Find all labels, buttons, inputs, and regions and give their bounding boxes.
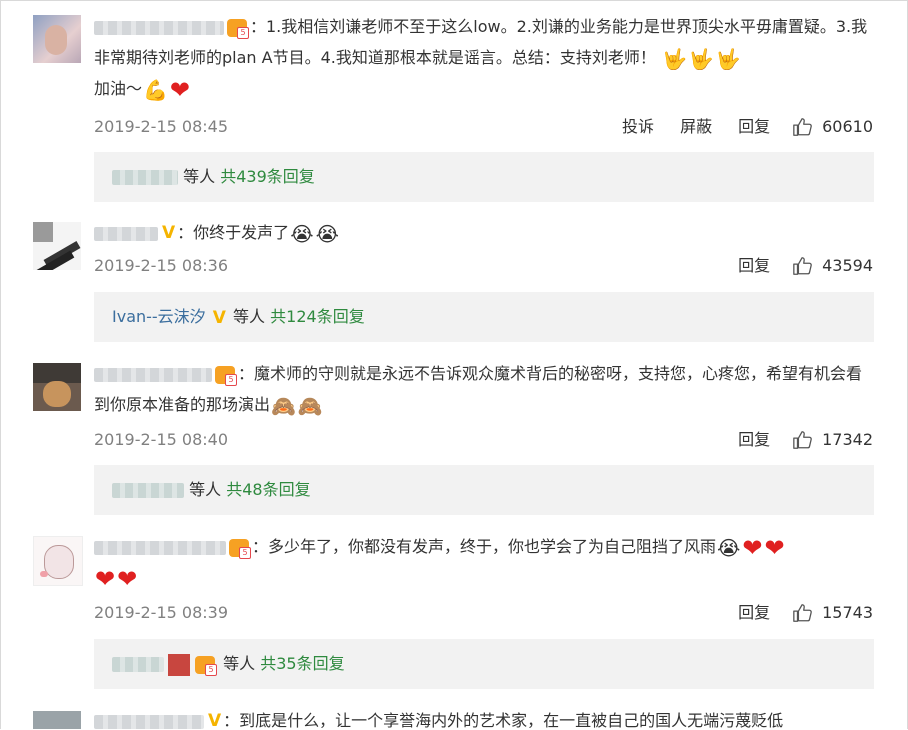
reply-summary[interactable]: Ivan--云沫汐 V 等人 共124条回复 bbox=[94, 292, 874, 342]
member-badge-icon bbox=[229, 538, 251, 559]
flexed-bicep-emoji-icon: 💪 bbox=[143, 77, 168, 102]
member-badge-icon bbox=[195, 655, 217, 676]
comment-list: ：1.我相信刘谦老师不至于这么low。2.刘谦的业务能力是世界顶尖水平毋庸置疑。… bbox=[0, 0, 908, 729]
comment-meta: 2019-2-15 08:40 回复 17342 bbox=[94, 428, 873, 452]
crying-face-emoji-icon: 😭 bbox=[290, 221, 314, 246]
like-button[interactable]: 15743 bbox=[792, 601, 873, 625]
username[interactable] bbox=[94, 714, 204, 729]
reply-button[interactable]: 回复 bbox=[738, 601, 770, 625]
rock-hand-emoji-icon: 🤟 bbox=[661, 46, 687, 71]
thumbs-up-icon bbox=[793, 604, 812, 622]
rock-hand-emoji-icon: 🤟 bbox=[688, 46, 714, 71]
thumbs-up-icon bbox=[793, 257, 812, 275]
rock-hand-emoji-icon: 🤟 bbox=[715, 46, 741, 71]
member-badge-icon bbox=[227, 18, 249, 39]
reply-button[interactable]: 回复 bbox=[738, 428, 770, 452]
comment-text: V ：你终于发声了😭 😭 bbox=[94, 217, 873, 249]
verified-v-icon: V bbox=[162, 223, 176, 243]
comment-text: V ：到底是什么，让一个享誉海内外的艺术家，在一直被自己的国人无端污蔑贬低 bbox=[94, 705, 873, 729]
reply-count-link[interactable]: 共48条回复 bbox=[226, 480, 310, 499]
like-count: 43594 bbox=[822, 256, 873, 275]
red-heart-icon: ❤ bbox=[117, 564, 138, 593]
verified-v-icon: V bbox=[208, 711, 222, 729]
see-no-evil-emoji-icon: 🙈 bbox=[271, 393, 296, 418]
thumbs-up-icon bbox=[793, 431, 812, 449]
avatar[interactable] bbox=[33, 536, 83, 586]
reply-button[interactable]: 回复 bbox=[738, 115, 770, 139]
crying-face-emoji-icon: 😭 bbox=[717, 535, 741, 560]
avatar[interactable] bbox=[33, 222, 81, 270]
red-heart-icon: ❤ bbox=[764, 533, 785, 562]
comment-meta: 2019-2-15 08:45 投诉 屏蔽 回复 60610 bbox=[94, 115, 873, 139]
see-no-evil-emoji-icon: 🙈 bbox=[297, 393, 323, 418]
reply-count-link[interactable]: 共35条回复 bbox=[260, 654, 344, 673]
reply-button[interactable]: 回复 bbox=[738, 254, 770, 278]
like-button[interactable]: 43594 bbox=[792, 254, 873, 278]
avatar[interactable] bbox=[33, 363, 81, 411]
reply-usernames bbox=[112, 483, 184, 498]
thumbs-up-icon bbox=[793, 118, 812, 136]
comment-meta: 2019-2-15 08:36 回复 43594 bbox=[94, 254, 873, 278]
comment-text: ：1.我相信刘谦老师不至于这么low。2.刘谦的业务能力是世界顶尖水平毋庸置疑。… bbox=[94, 11, 873, 104]
comment-time: 2019-2-15 08:36 bbox=[94, 256, 228, 275]
reply-user-avatar-chip bbox=[168, 653, 190, 676]
comment-meta: 2019-2-15 08:39 回复 15743 bbox=[94, 601, 873, 625]
avatar[interactable] bbox=[33, 15, 81, 63]
crying-face-emoji-icon: 😭 bbox=[315, 221, 339, 246]
red-heart-icon: ❤ bbox=[742, 533, 763, 562]
like-count: 15743 bbox=[822, 603, 873, 622]
username[interactable] bbox=[94, 367, 212, 382]
reply-count-link[interactable]: 共124条回复 bbox=[270, 307, 365, 326]
reply-username-link[interactable]: Ivan--云沫汐 bbox=[112, 307, 206, 326]
comment-time: 2019-2-15 08:45 bbox=[94, 117, 228, 136]
like-count: 17342 bbox=[822, 430, 873, 449]
comment-time: 2019-2-15 08:39 bbox=[94, 603, 228, 622]
block-button[interactable]: 屏蔽 bbox=[680, 115, 712, 139]
avatar[interactable] bbox=[33, 711, 81, 729]
reply-usernames bbox=[112, 170, 178, 185]
comment-text: ：多少年了，你都没有发声，终于，你也学会了为自己阻挡了风雨😭❤❤ ❤❤ bbox=[94, 531, 873, 593]
username[interactable] bbox=[94, 226, 158, 241]
report-button[interactable]: 投诉 bbox=[622, 115, 654, 139]
verified-v-icon: V bbox=[212, 307, 226, 328]
reply-count-link[interactable]: 共439条回复 bbox=[220, 167, 315, 186]
username[interactable] bbox=[94, 20, 224, 35]
like-button[interactable]: 60610 bbox=[792, 115, 873, 139]
reply-summary[interactable]: 等人 共48条回复 bbox=[94, 465, 874, 515]
red-heart-icon: ❤ bbox=[169, 75, 191, 104]
like-button[interactable]: 17342 bbox=[792, 428, 873, 452]
member-badge-icon bbox=[215, 365, 237, 386]
username[interactable] bbox=[94, 540, 226, 555]
reply-usernames bbox=[112, 657, 164, 672]
reply-summary[interactable]: 等人 共35条回复 bbox=[94, 639, 874, 689]
like-count: 60610 bbox=[822, 117, 873, 136]
reply-summary[interactable]: 等人 共439条回复 bbox=[94, 152, 874, 202]
red-heart-icon: ❤ bbox=[95, 564, 116, 593]
comment-text: ：魔术师的守则就是永远不告诉观众魔术背后的秘密呀，支持您，心疼您，希望有机会看到… bbox=[94, 358, 873, 420]
comment-time: 2019-2-15 08:40 bbox=[94, 430, 228, 449]
